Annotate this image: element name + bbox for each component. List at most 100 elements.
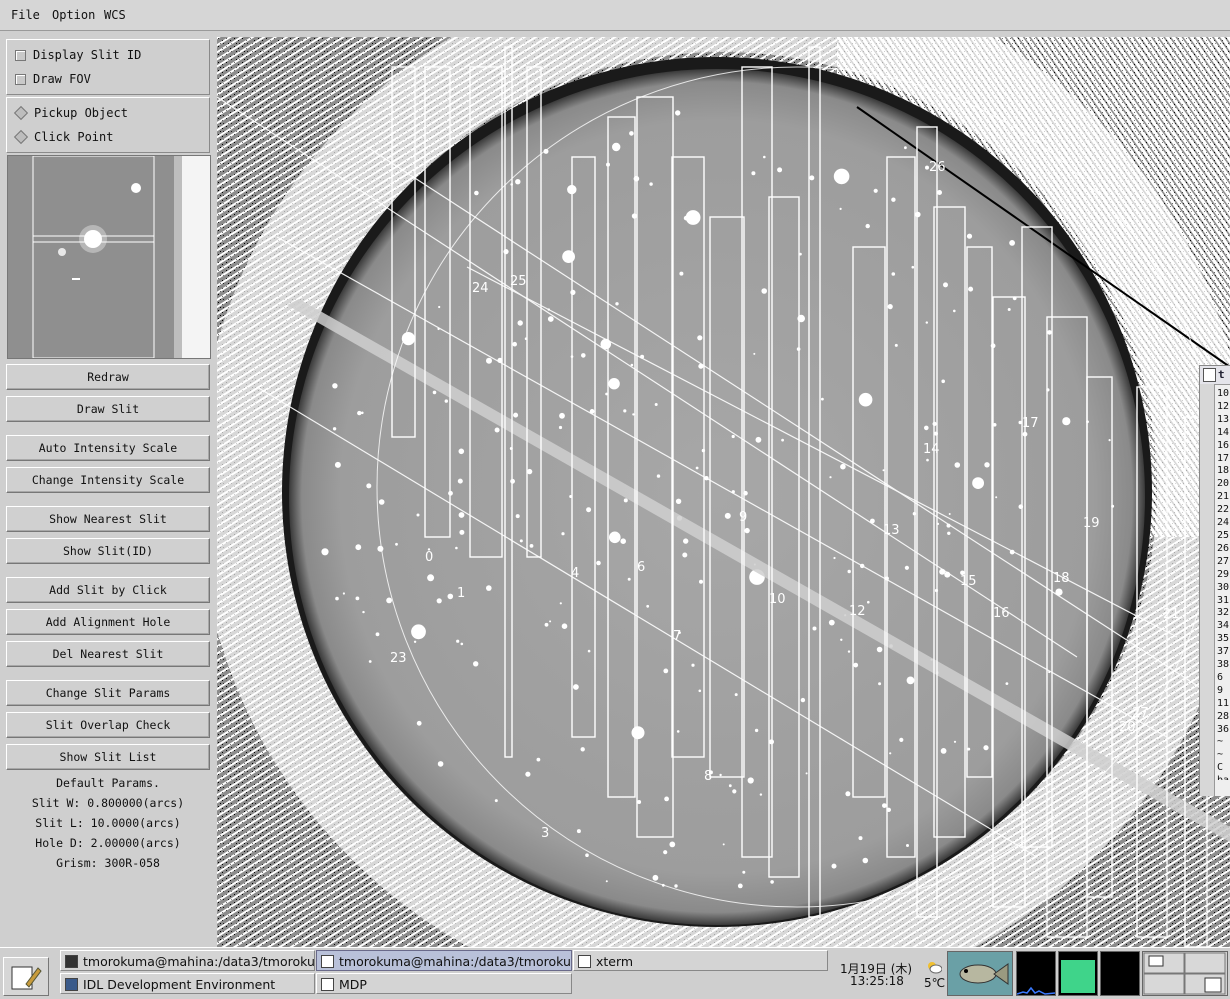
- control-panel: Display Slit ID Draw FOV Pickup Object C…: [0, 31, 216, 946]
- add-alignment-hole-button[interactable]: Add Alignment Hole: [6, 609, 210, 635]
- task-idl-label: IDL Development Environment: [83, 977, 276, 992]
- memory-monitor-applet[interactable]: [1058, 951, 1098, 996]
- star: [833, 168, 850, 185]
- show-slit-id-button[interactable]: Show Slit(ID): [6, 538, 210, 564]
- checkbox-icon[interactable]: [15, 49, 26, 61]
- star: [812, 626, 817, 631]
- star: [1108, 439, 1111, 442]
- window-menu-icon[interactable]: [1203, 368, 1216, 382]
- star: [375, 632, 380, 637]
- click-point-radio[interactable]: Click Point: [13, 129, 113, 145]
- star: [829, 476, 832, 479]
- task-terminal-2[interactable]: tmorokuma@mahina:/data3/tmorokuma: [316, 950, 572, 971]
- draw-slit-button[interactable]: Draw Slit: [6, 396, 210, 422]
- auto-intensity-scale-button[interactable]: Auto Intensity Scale: [6, 435, 210, 461]
- pickup-object-radio[interactable]: Pickup Object: [13, 105, 128, 121]
- clock-applet[interactable]: 1月19日 (木) 13:25:18 5℃: [834, 950, 946, 994]
- menu-file[interactable]: File: [11, 8, 40, 22]
- start-menu-button[interactable]: [3, 957, 49, 996]
- star: [427, 574, 435, 582]
- star: [876, 646, 883, 653]
- star: [444, 399, 448, 403]
- change-intensity-scale-button[interactable]: Change Intensity Scale: [6, 467, 210, 493]
- slit-list-line: 12: [1217, 400, 1230, 412]
- star: [1005, 682, 1009, 685]
- slit-list-line: 38: [1217, 659, 1230, 671]
- star: [679, 271, 684, 276]
- star: [699, 579, 703, 584]
- star: [664, 796, 669, 802]
- show-nearest-slit-button[interactable]: Show Nearest Slit: [6, 506, 210, 532]
- slit-id-label: 25: [510, 274, 527, 289]
- network-monitor-applet[interactable]: [1100, 951, 1140, 996]
- task-mdp[interactable]: MDP: [316, 973, 572, 994]
- star: [561, 532, 565, 536]
- task-terminal-1[interactable]: tmorokuma@mahina:/data3/tmorokuma: [60, 950, 315, 971]
- show-slit-list-button[interactable]: Show Slit List: [6, 744, 210, 770]
- slit-id-label: 10: [769, 592, 786, 607]
- star: [878, 682, 882, 686]
- mask-image-view[interactable]: 0 1 3 4 6 7 8 9 10 12 13 14 15 16 17 18 19 20 21 23 24 25 26 27: [217, 37, 1230, 947]
- slit-list-window[interactable]: t 10 12 13 14 16 17 18 20 21 22 24 25 26 27 29 30 31 32 34…: [1199, 365, 1230, 796]
- star: [947, 531, 951, 535]
- slit-id-label: 16: [993, 606, 1010, 621]
- cpu-monitor-applet[interactable]: [1016, 951, 1056, 996]
- star: [675, 498, 682, 504]
- weather-icon: [928, 962, 942, 974]
- star: [911, 265, 915, 269]
- star: [494, 427, 500, 433]
- slit-overlap-check-button[interactable]: Slit Overlap Check: [6, 712, 210, 738]
- field-image[interactable]: 0134 678910121314151617181920212324 252627: [217, 37, 1230, 947]
- del-nearest-slit-button[interactable]: Del Nearest Slit: [6, 641, 210, 667]
- workspace-switcher[interactable]: [1142, 951, 1228, 996]
- star: [925, 321, 928, 324]
- slit-list-window-title[interactable]: t: [1200, 366, 1230, 385]
- star: [669, 841, 676, 848]
- star: [943, 282, 948, 288]
- task-idl[interactable]: IDL Development Environment: [60, 973, 315, 994]
- slit-id-label: 3: [541, 826, 549, 841]
- star: [366, 483, 372, 489]
- star: [332, 427, 337, 431]
- star: [386, 597, 392, 604]
- slit-list-lines: 10 12 13 14 16 17 18 20 21 22 24 25 26 27 29 30 31 32 34 35…: [1200, 385, 1230, 780]
- star: [984, 462, 990, 468]
- slit-list-line: 36: [1217, 723, 1230, 735]
- slit-list-line: 26: [1217, 542, 1230, 554]
- display-slit-id-checkbox[interactable]: Display Slit ID: [15, 48, 141, 62]
- menu-option[interactable]: Option: [52, 8, 95, 22]
- star: [889, 752, 892, 755]
- fish-applet[interactable]: [947, 951, 1013, 996]
- radio-icon[interactable]: [13, 105, 29, 121]
- task-xterm[interactable]: xterm: [573, 950, 828, 971]
- star: [1047, 330, 1052, 335]
- star: [722, 843, 725, 846]
- star: [561, 623, 568, 629]
- draw-fov-checkbox[interactable]: Draw FOV: [15, 72, 91, 86]
- star: [862, 857, 869, 864]
- radio-icon[interactable]: [13, 129, 29, 145]
- star: [732, 789, 737, 794]
- star: [941, 379, 945, 384]
- slit-list-line: 9: [1217, 684, 1224, 696]
- slit-list-line: 20: [1217, 478, 1230, 490]
- star: [544, 622, 549, 627]
- star: [663, 668, 669, 674]
- star: [899, 737, 904, 743]
- checkbox-icon[interactable]: [15, 73, 26, 85]
- slit-id-label: 26: [929, 160, 946, 175]
- star: [519, 539, 523, 543]
- slit-id-label: 17: [1022, 416, 1039, 431]
- star: [906, 676, 915, 685]
- star: [570, 289, 576, 295]
- add-slit-by-click-button[interactable]: Add Slit by Click: [6, 577, 210, 603]
- redraw-button[interactable]: Redraw: [6, 364, 210, 390]
- star: [355, 596, 360, 601]
- slit-list-line: 34: [1217, 620, 1230, 632]
- change-slit-params-button[interactable]: Change Slit Params: [6, 680, 210, 706]
- task-terminal-2-label: tmorokuma@mahina:/data3/tmorokuma: [339, 954, 572, 969]
- star: [525, 771, 531, 777]
- workspace-grid-icon: [1143, 952, 1226, 995]
- menu-wcs[interactable]: WCS: [104, 8, 126, 22]
- star: [413, 640, 417, 643]
